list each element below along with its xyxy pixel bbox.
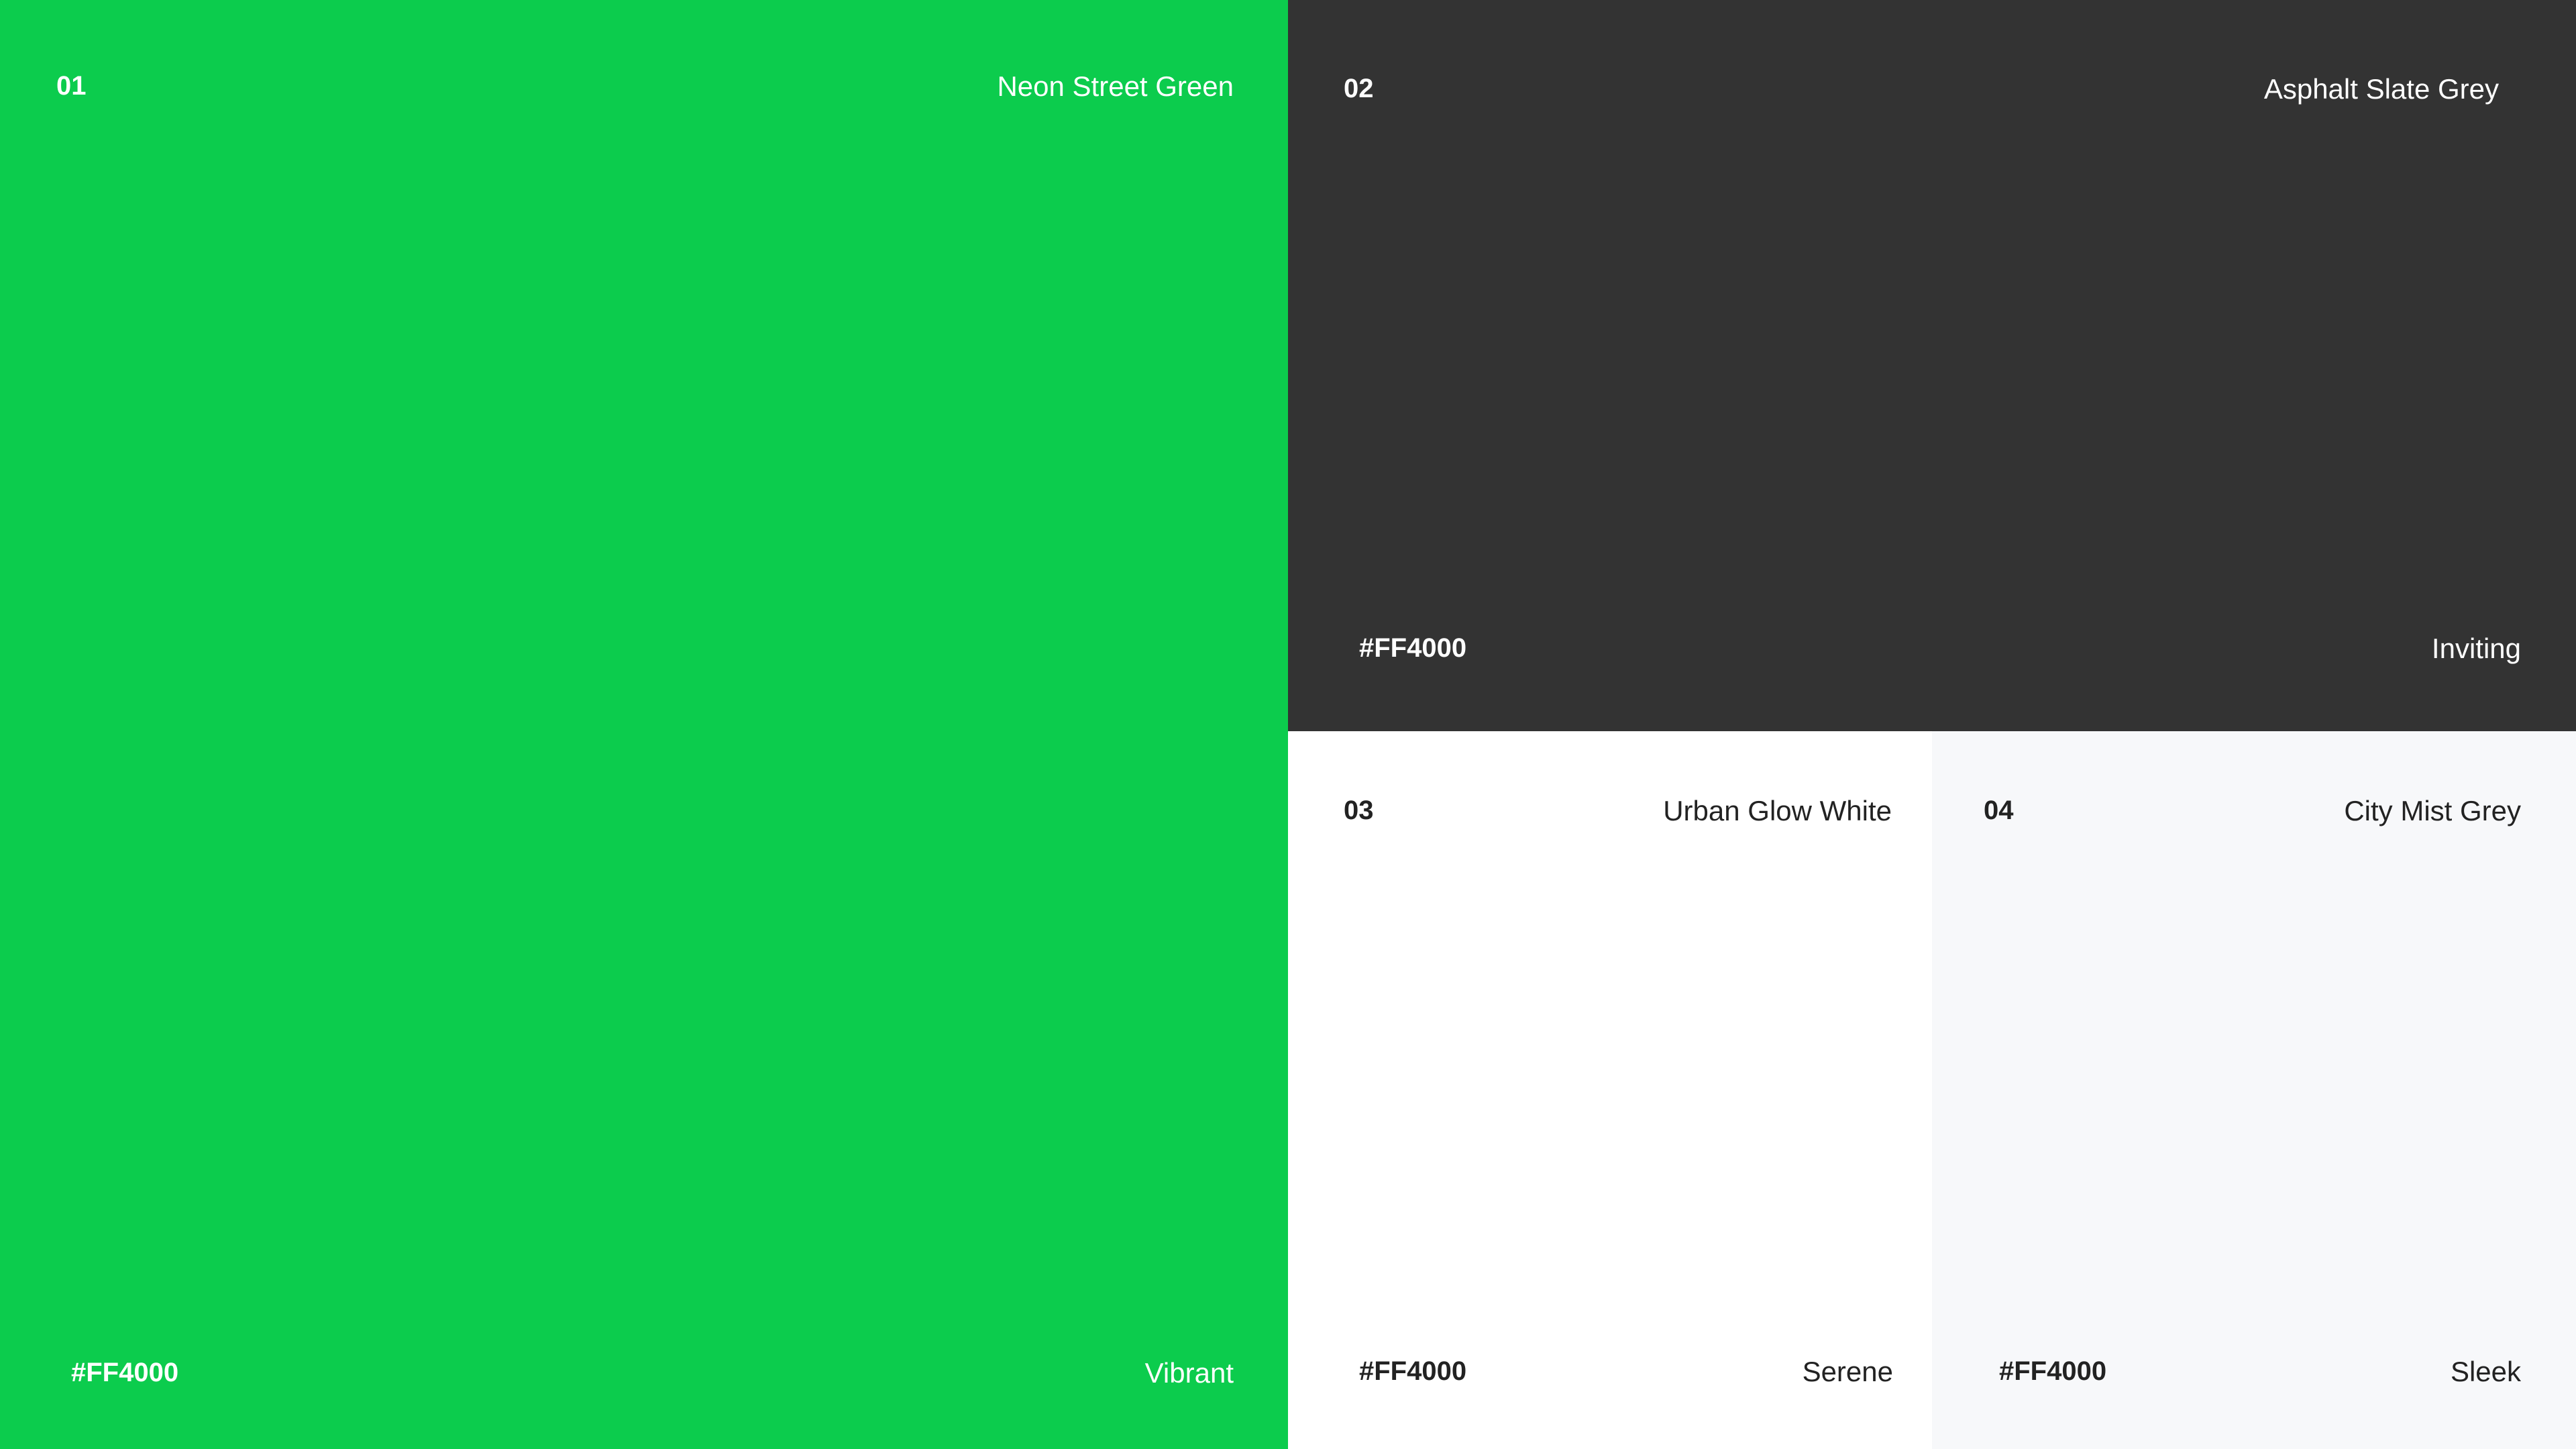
swatch-name: City Mist Grey bbox=[2344, 795, 2521, 826]
swatch-name: Urban Glow White bbox=[1663, 795, 1892, 826]
swatch-urban-glow-white: 03 Urban Glow White #FF4000 Serene bbox=[1288, 731, 1932, 1449]
swatch-neon-street-green: 01 Neon Street Green #FF4000 Vibrant bbox=[0, 0, 1288, 1449]
swatch-number: 02 bbox=[1344, 74, 1374, 103]
swatch-descriptor: Sleek bbox=[2450, 1356, 2521, 1387]
swatch-hex-code: #FF4000 bbox=[1359, 1356, 1467, 1386]
swatch-hex-code: #FF4000 bbox=[1359, 633, 1467, 663]
swatch-number: 01 bbox=[56, 71, 87, 101]
color-palette: 01 Neon Street Green #FF4000 Vibrant 02 … bbox=[0, 0, 2576, 1449]
swatch-number: 04 bbox=[1984, 796, 2014, 825]
swatch-name: Asphalt Slate Grey bbox=[2263, 73, 2499, 105]
swatch-number: 03 bbox=[1344, 796, 1374, 825]
swatch-descriptor: Vibrant bbox=[1144, 1357, 1234, 1389]
swatch-asphalt-slate-grey: 02 Asphalt Slate Grey #FF4000 Inviting bbox=[1288, 0, 2576, 731]
swatch-hex-code: #FF4000 bbox=[1999, 1356, 2107, 1386]
swatch-hex-code: #FF4000 bbox=[71, 1358, 179, 1387]
swatch-descriptor: Serene bbox=[1802, 1356, 1893, 1387]
swatch-name: Neon Street Green bbox=[997, 70, 1234, 102]
swatch-descriptor: Inviting bbox=[2431, 633, 2521, 664]
swatch-city-mist-grey: 04 City Mist Grey #FF4000 Sleek bbox=[1932, 731, 2576, 1449]
